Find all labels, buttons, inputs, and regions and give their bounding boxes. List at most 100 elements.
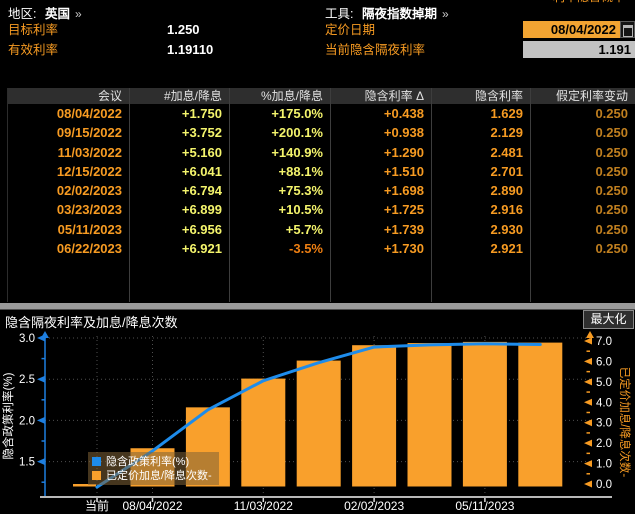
table-cell: +6.956 [129,220,229,239]
table-row[interactable]: 05/11/2023+6.956+5.7%+1.7392.9300.250 [7,220,635,239]
column-header[interactable]: 假定利率变动 [530,88,635,104]
chart-title: 隐含隔夜利率及加息/降息次数 [5,312,178,331]
table-cell: 2.481 [431,143,530,162]
table-divider [129,88,130,302]
bar [297,361,341,487]
table-cell: 03/23/2023 [7,200,129,219]
table-left-border [7,88,8,302]
table-cell: +88.1% [229,162,330,181]
table-cell: 0.250 [530,181,635,200]
right-tick-label: 1.0 [596,459,612,471]
table-cell: 06/22/2023 [7,239,129,258]
right-minor-tick [587,391,591,393]
right-tick-label: 0.0 [596,479,612,491]
chart-legend[interactable]: 隐含政策利率(%) 已定价加息/降息次数- [88,452,219,485]
tool-selector[interactable]: 工具: 隔夜指数掉期 » [325,3,449,22]
x-tick-label: 08/04/2022 [122,499,182,513]
right-minor-tick [587,453,591,455]
right-minor-tick [587,412,591,414]
right-tick-label: 6.0 [596,356,612,368]
right-tick-label: 7.0 [596,336,612,348]
legend-item[interactable]: 已定价加息/降息次数- [92,468,212,482]
left-tick-label: 2.5 [19,374,35,386]
table-cell: +0.438 [330,104,431,123]
target-rate-value: 1.250 [167,22,200,37]
table-row[interactable]: 11/03/2022+5.160+140.9%+1.2902.4810.250 [7,143,635,162]
wirp-screen: 地区: 英国» 工具: 隔夜指数掉期» 目标利率 1.250 有效利率 1.19… [0,0,635,514]
table-row[interactable]: 09/15/2022+3.752+200.1%+0.9382.1290.250 [7,123,635,142]
table-row[interactable]: 06/22/2023+6.921-3.5%+1.7302.9210.250 [7,239,635,258]
left-minor-tick [42,399,46,401]
table-cell: +175.0% [229,104,330,123]
pricing-date-label: 定价日期 [325,23,375,38]
table-row[interactable]: 08/04/2022+1.750+175.0%+0.4381.6290.250 [7,104,635,123]
current-implied-field: 1.191 [523,41,635,58]
region-selector[interactable]: 地区: 英国 » [8,3,82,22]
table-cell: +1.739 [330,220,431,239]
bar [352,345,396,486]
x-tick-label: 05/11/2023 [455,499,514,513]
x-tick-label: 11/03/2022 [234,499,293,513]
right-tick-label: 2.0 [596,438,612,450]
region-value[interactable]: 英国 [45,7,70,21]
table-cell: +1.725 [330,200,431,219]
table-cell: 2.701 [431,162,530,181]
tool-value[interactable]: 隔夜指数掉期 [362,7,437,21]
table-header: 会议#加息/降息%加息/降息隐含利率 Δ隐含利率假定利率变动 [7,88,635,104]
table-row[interactable]: 02/02/2023+6.794+75.3%+1.6982.8900.250 [7,181,635,200]
table-cell: 2.930 [431,220,530,239]
left-minor-tick [42,481,46,483]
left-tick-icon [37,335,45,342]
table-row[interactable]: 12/15/2022+6.041+88.1%+1.5102.7010.250 [7,162,635,181]
region-chevron-icon[interactable]: » [75,7,82,21]
table-cell: 0.250 [530,104,635,123]
x-tick-label: 当前 [85,498,109,513]
table-cell: +200.1% [229,123,330,142]
table-divider [431,88,432,302]
table-cell: 11/03/2022 [7,143,129,162]
table-cell: 0.250 [530,200,635,219]
x-axis-line [40,496,612,498]
table-cell: +5.160 [129,143,229,162]
table-divider [530,88,531,302]
right-tick-icon [584,358,592,365]
table-cell: +6.794 [129,181,229,200]
right-tick-label: 5.0 [596,377,612,389]
table-cell: 2.921 [431,239,530,258]
calendar-icon[interactable] [620,21,635,38]
column-header[interactable]: 隐含利率 [431,88,530,104]
column-header[interactable]: %加息/降息 [229,88,330,104]
table-cell: 12/15/2022 [7,162,129,181]
table-cell: 0.250 [530,220,635,239]
table-cell: -3.5% [229,239,330,258]
table-cell: +1.730 [330,239,431,258]
horizontal-scrollbar[interactable] [0,303,635,310]
table-cell: +75.3% [229,181,330,200]
tool-label: 工具: [325,7,353,21]
left-axis-title: 隐含政策利率(%) [1,372,15,459]
x-tick-label: 02/02/2023 [344,499,404,513]
maximize-button[interactable]: 最大化 [583,310,634,329]
left-tick-icon [37,376,45,383]
region-label: 地区: [8,7,36,21]
left-tick-label: 1.5 [19,457,35,469]
table-cell: 08/04/2022 [7,104,129,123]
pricing-date-input[interactable]: 08/04/2022 [523,21,620,38]
table-row[interactable]: 03/23/2023+6.899+10.5%+1.7252.9160.250 [7,200,635,219]
bar [241,379,285,487]
right-minor-tick [587,350,591,352]
legend-item[interactable]: 隐含政策利率(%) [92,454,212,468]
column-header[interactable]: 会议 [7,88,129,104]
table-cell: 1.629 [431,104,530,123]
column-header[interactable]: #加息/降息 [129,88,229,104]
right-minor-tick [587,371,591,373]
table-cell: +3.752 [129,123,229,142]
table-cell: +0.938 [330,123,431,142]
table-cell: 0.250 [530,239,635,258]
left-tick-label: 3.0 [19,333,35,345]
rates-chart: 3.02.52.01.57.06.05.04.03.02.01.00.0当前08… [0,330,635,514]
column-header[interactable]: 隐含利率 Δ [330,88,431,104]
tool-chevron-icon[interactable]: » [442,7,449,21]
meetings-table: 08/04/2022+1.750+175.0%+0.4381.6290.2500… [7,104,635,258]
right-tick-icon [584,440,592,447]
